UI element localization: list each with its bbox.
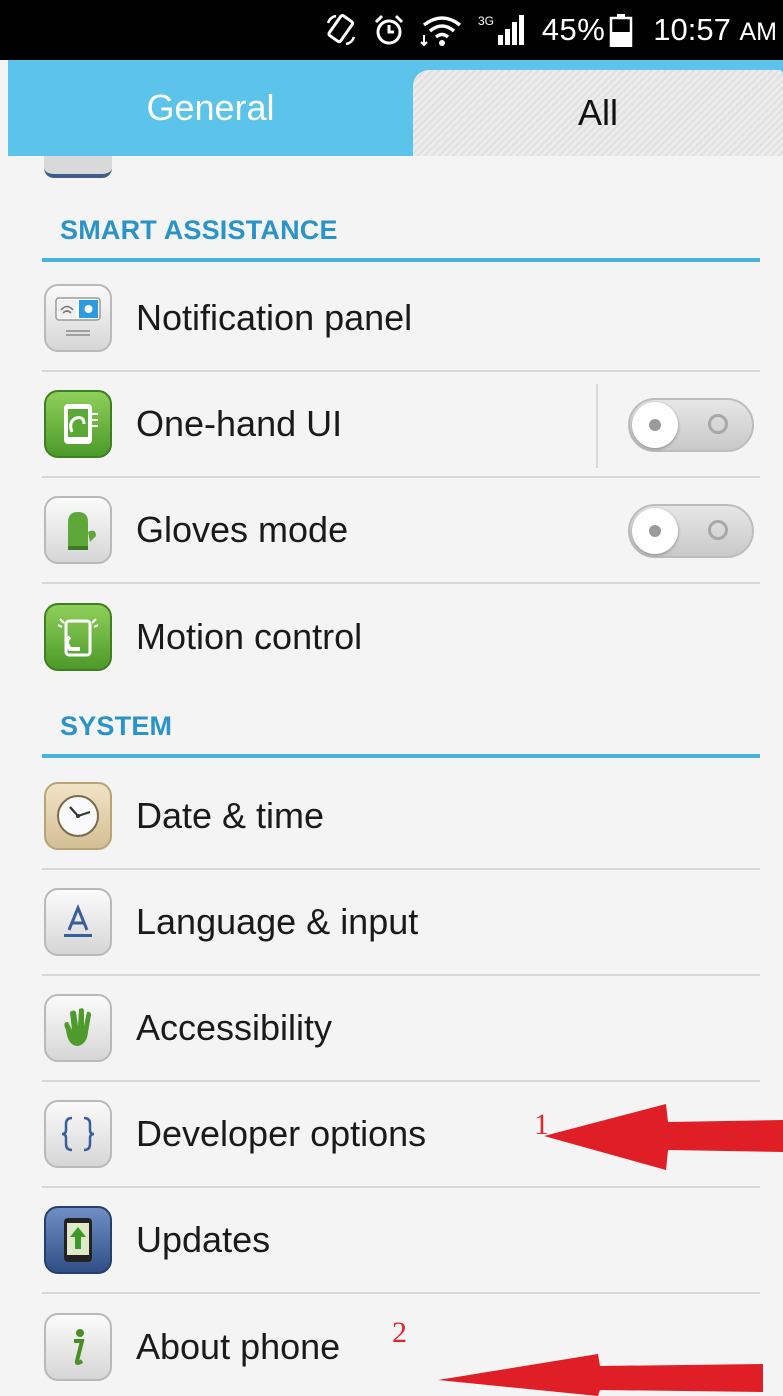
tab-bar: General All — [8, 60, 783, 156]
language-icon — [44, 888, 112, 956]
settings-item-label: Gloves mode — [136, 509, 349, 550]
settings-item-label: Date & time — [136, 795, 325, 836]
battery-percentage: 45% — [541, 12, 606, 47]
settings-item-label: One-hand UI — [136, 403, 343, 444]
settings-item-notification-panel[interactable]: Notification panel — [42, 266, 760, 372]
settings-item-label: Accessibility — [136, 1007, 333, 1048]
toggle-off-indicator — [708, 414, 728, 434]
settings-item-label: Notification panel — [136, 297, 413, 338]
one-hand-ui-toggle[interactable] — [628, 398, 754, 452]
settings-item-label: Language & input — [136, 901, 419, 942]
one-hand-icon — [44, 390, 112, 458]
settings-item-date-time[interactable]: Date & time — [42, 764, 760, 870]
settings-item-accessibility[interactable]: Accessibility — [42, 976, 760, 1082]
updates-icon — [44, 1206, 112, 1274]
network-type-label: 3G — [478, 14, 494, 28]
hand-icon — [44, 994, 112, 1062]
settings-item-updates[interactable]: Updates — [42, 1188, 760, 1294]
settings-item-label: Developer options — [136, 1113, 427, 1154]
toggle-knob — [632, 508, 678, 554]
status-bar: 3G 45% 10:57 AM — [0, 0, 783, 60]
section-header-smart-assistance: SMART ASSISTANCE — [42, 212, 760, 262]
annotation-arrow-1 — [544, 1104, 783, 1170]
section-title: SYSTEM — [60, 711, 173, 741]
signal-icon: 3G — [478, 13, 528, 47]
motion-control-icon — [44, 603, 112, 671]
annotation-number-2: 2 — [392, 1316, 407, 1349]
tab-general[interactable]: General — [8, 60, 413, 156]
tab-all[interactable]: All — [413, 70, 783, 156]
alarm-icon — [372, 13, 406, 47]
rotation-icon — [324, 13, 358, 47]
toggle-off-indicator — [708, 520, 728, 540]
info-icon — [44, 1313, 112, 1381]
section-title: SMART ASSISTANCE — [60, 215, 338, 245]
settings-item-motion-control[interactable]: Motion control — [42, 584, 760, 690]
clock-time: 10:57 AM — [653, 12, 777, 47]
battery-icon — [609, 13, 633, 47]
wifi-icon — [420, 13, 464, 47]
partial-item-icon — [44, 156, 112, 178]
settings-item-label: About phone — [136, 1326, 341, 1367]
settings-list[interactable]: SMART ASSISTANCE Notification panel One-… — [0, 156, 783, 1396]
settings-item-gloves-mode[interactable]: Gloves mode — [42, 478, 760, 584]
toggle-knob — [632, 402, 678, 448]
annotation-arrow-2 — [438, 1354, 763, 1396]
clock-icon — [44, 782, 112, 850]
gloves-mode-toggle[interactable] — [628, 504, 754, 558]
settings-item-language-input[interactable]: Language & input — [42, 870, 760, 976]
notification-panel-icon — [44, 284, 112, 352]
settings-item-label: Updates — [136, 1219, 271, 1260]
glove-icon — [44, 496, 112, 564]
section-header-system: SYSTEM — [42, 708, 760, 758]
settings-item-one-hand-ui[interactable]: One-hand UI — [42, 372, 760, 478]
braces-icon — [44, 1100, 112, 1168]
divider — [596, 384, 598, 468]
settings-item-label: Motion control — [136, 616, 363, 657]
